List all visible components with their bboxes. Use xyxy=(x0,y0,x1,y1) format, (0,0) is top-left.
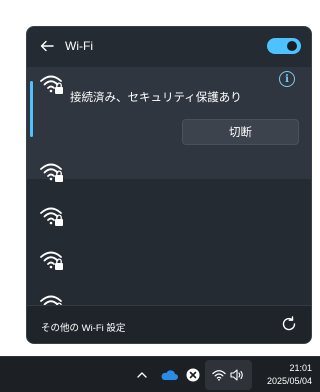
network-list-item[interactable] xyxy=(27,197,311,241)
quick-settings-button[interactable] xyxy=(205,360,252,390)
back-arrow-icon xyxy=(40,40,54,52)
onedrive-button[interactable] xyxy=(158,366,180,384)
show-hidden-icons-button[interactable] xyxy=(134,367,150,383)
onedrive-cloud-icon xyxy=(161,370,178,380)
back-button[interactable] xyxy=(37,37,57,55)
info-icon[interactable]: i xyxy=(279,71,295,87)
connection-status: 接続済み、セキュリティ保護あり xyxy=(70,92,242,104)
disconnect-button[interactable]: 切断 xyxy=(182,119,299,145)
clock-time: 21:01 xyxy=(289,363,312,373)
wifi-secured-icon xyxy=(39,161,65,183)
toggle-knob xyxy=(287,41,297,51)
clock-date: 2025/05/04 xyxy=(266,376,312,386)
refresh-icon[interactable] xyxy=(281,316,297,332)
speaker-icon xyxy=(230,369,243,381)
wifi-toggle[interactable] xyxy=(267,38,301,54)
more-wifi-settings-link[interactable]: その他の Wi-Fi 設定 xyxy=(41,320,125,334)
taskbar: 21:01 2025/05/04 xyxy=(0,356,320,392)
wifi-icon xyxy=(212,370,226,381)
page-title: Wi-Fi xyxy=(65,39,93,53)
selected-indicator xyxy=(30,81,33,137)
chevron-up-icon xyxy=(137,372,147,378)
panel-header: Wi-Fi xyxy=(27,27,311,65)
wifi-secured-icon xyxy=(39,205,65,227)
taskbar-clock[interactable]: 21:01 2025/05/04 xyxy=(252,362,312,388)
network-list-item[interactable] xyxy=(27,153,311,197)
wifi-secured-icon xyxy=(39,249,65,271)
network-list-item[interactable] xyxy=(27,241,311,285)
wifi-flyout-panel: Wi-Fi 接続済み、セキュリティ保護あり i 切断 その他の Wi-Fi 設定 xyxy=(26,26,312,344)
panel-footer: その他の Wi-Fi 設定 xyxy=(27,305,311,343)
app-tray-button[interactable] xyxy=(184,366,202,384)
wifi-secured-icon xyxy=(39,73,65,95)
close-circle-icon xyxy=(186,368,200,382)
